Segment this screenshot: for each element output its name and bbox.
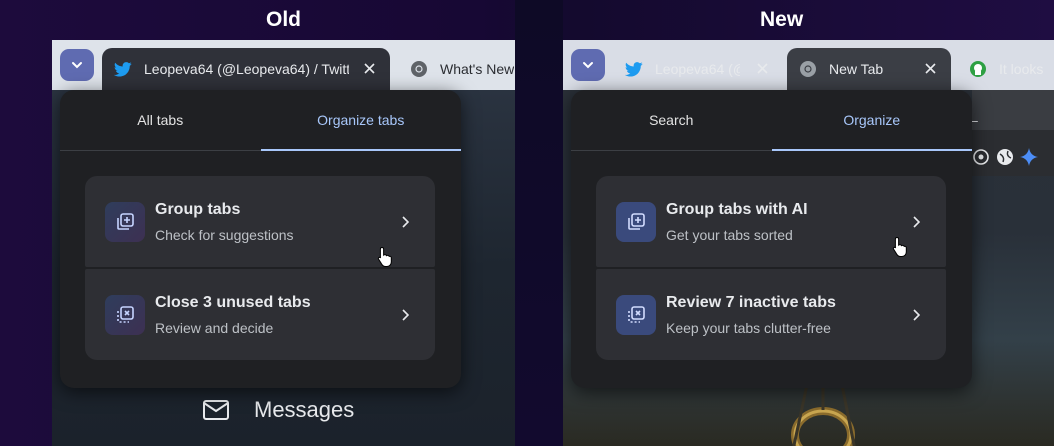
review-tabs-icon xyxy=(616,294,656,335)
chevron-down-icon xyxy=(583,62,593,69)
card-text: Review 7 inactive tabs Keep your tabs cl… xyxy=(666,294,906,336)
tab-all-tabs[interactable]: All tabs xyxy=(60,90,261,150)
tab-strip: Leopeva64 (@Leopeva64) / Twitter What's … xyxy=(52,40,515,90)
tab-strip: Leopeva64 (@Leopeva64) New Tab It looks xyxy=(563,40,1054,90)
group-tabs-icon xyxy=(616,201,656,242)
old-browser-window: Leopeva64 (@Leopeva64) / Twitter What's … xyxy=(52,40,515,446)
tab-search-button[interactable] xyxy=(571,49,605,81)
chevron-right-icon xyxy=(395,305,415,325)
messages-label: Messages xyxy=(254,397,355,422)
card-title: Review 7 inactive tabs xyxy=(666,293,836,311)
chevron-down-icon xyxy=(72,62,82,69)
tab-title: Leopeva64 (@Leopeva64) xyxy=(655,61,740,77)
extension-icon[interactable] xyxy=(972,148,990,166)
tab-organization-popup: All tabs Organize tabs Group tabs Check … xyxy=(60,90,461,388)
card-subtitle: Review and decide xyxy=(155,319,274,336)
tab-title: What's New xyxy=(440,61,515,77)
tab-twitter[interactable]: Leopeva64 (@Leopeva64) / Twitter xyxy=(102,48,390,90)
tab-organize[interactable]: Organize xyxy=(771,90,973,151)
github-icon xyxy=(969,60,987,78)
tab-title: Leopeva64 (@Leopeva64) / Twitter xyxy=(144,61,349,77)
new-heading: New xyxy=(760,8,804,31)
toolbar-icons xyxy=(972,148,1038,166)
tab-twitter[interactable]: Leopeva64 (@Leopeva64) xyxy=(613,48,783,90)
review-inactive-tabs-card[interactable]: Review 7 inactive tabs Keep your tabs cl… xyxy=(596,269,946,360)
old-heading: Old xyxy=(266,8,301,31)
globe-icon[interactable] xyxy=(996,148,1014,166)
close-icon[interactable] xyxy=(921,59,939,77)
chevron-right-icon xyxy=(906,305,926,325)
chevron-right-icon xyxy=(906,212,926,232)
hand-cursor-icon xyxy=(892,236,908,263)
card-title: Group tabs with AI xyxy=(666,200,808,218)
tab-organize-tabs[interactable]: Organize tabs xyxy=(260,90,462,151)
close-icon[interactable] xyxy=(360,59,378,77)
card-subtitle: Get your tabs sorted xyxy=(666,226,793,243)
twitter-bird-icon xyxy=(114,60,132,78)
envelope-icon xyxy=(202,399,230,421)
chrome-icon xyxy=(410,60,428,78)
comparison-divider xyxy=(515,0,563,446)
group-tabs-icon xyxy=(105,201,145,242)
close-tabs-icon xyxy=(105,294,145,335)
tab-new-tab[interactable]: New Tab xyxy=(787,48,951,90)
popup-tab-bar: Search Organize xyxy=(571,90,972,151)
card-title: Group tabs xyxy=(155,200,241,218)
tab-github[interactable]: It looks xyxy=(959,48,1054,90)
tab-title: It looks xyxy=(999,61,1044,77)
card-subtitle: Keep your tabs clutter-free xyxy=(666,319,831,336)
twitter-bird-icon xyxy=(625,60,643,78)
messages-nav-item[interactable]: Messages xyxy=(202,397,354,423)
gemini-sparkle-icon[interactable] xyxy=(1020,148,1038,166)
card-text: Close 3 unused tabs Review and decide xyxy=(155,294,395,336)
chrome-icon xyxy=(799,60,817,78)
card-title: Close 3 unused tabs xyxy=(155,293,311,311)
card-text: Group tabs Check for suggestions xyxy=(155,201,395,243)
tab-title: New Tab xyxy=(829,61,884,77)
popup-tab-bar: All tabs Organize tabs xyxy=(60,90,461,151)
card-subtitle: Check for suggestions xyxy=(155,226,294,243)
card-text: Group tabs with AI Get your tabs sorted xyxy=(666,201,906,243)
hand-cursor-icon xyxy=(377,246,393,273)
tab-whats-new[interactable]: What's New xyxy=(400,48,515,90)
tab-organization-popup: Search Organize Group tabs with AI Get y… xyxy=(571,90,972,388)
tab-search-button[interactable] xyxy=(60,49,94,81)
tab-search[interactable]: Search xyxy=(571,90,772,150)
new-browser-window: Leopeva64 (@Leopeva64) New Tab It looks … xyxy=(563,40,1054,446)
omnibox-bar xyxy=(972,90,1054,130)
close-icon[interactable] xyxy=(753,59,771,77)
chevron-right-icon xyxy=(395,212,415,232)
close-unused-tabs-card[interactable]: Close 3 unused tabs Review and decide xyxy=(85,269,435,360)
